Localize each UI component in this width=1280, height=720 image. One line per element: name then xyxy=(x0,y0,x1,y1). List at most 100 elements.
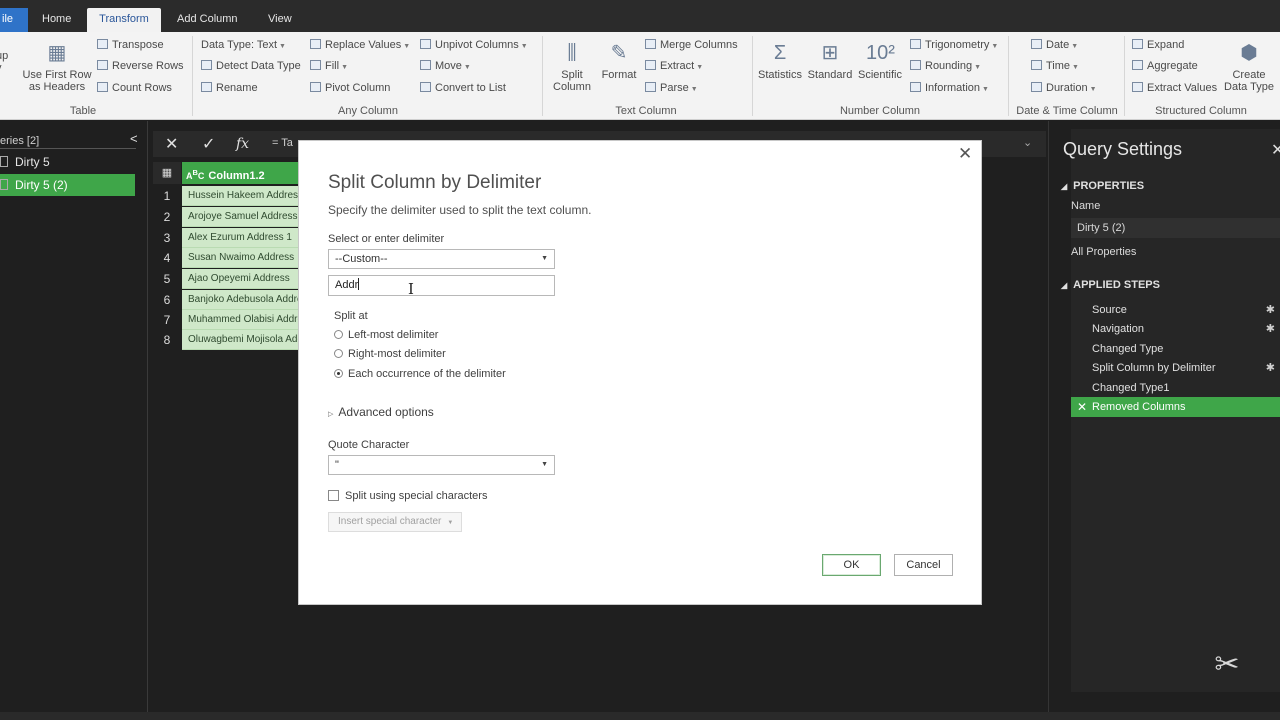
information-button[interactable]: Information ▼ xyxy=(910,82,989,94)
step-split-column[interactable]: Split Column by Delimiter ✱ xyxy=(1071,358,1280,378)
count-rows-button[interactable]: Count Rows xyxy=(97,82,172,94)
formula-text[interactable]: = Ta xyxy=(272,137,293,149)
data-type-dropdown[interactable]: Data Type: Text ▼ xyxy=(201,39,286,51)
replace-values-button[interactable]: Replace Values ▼ xyxy=(310,39,410,51)
time-button[interactable]: Time ▼ xyxy=(1031,60,1079,72)
insert-special-char-label: Insert special character xyxy=(338,516,442,527)
expand-button[interactable]: Expand xyxy=(1132,39,1184,51)
confirm-formula-icon[interactable]: ✓ xyxy=(202,134,215,154)
step-changed-type[interactable]: Changed Type xyxy=(1071,339,1280,359)
query-item-dirty-5[interactable]: Dirty 5 xyxy=(0,151,135,173)
close-icon[interactable]: ✕ xyxy=(958,144,972,164)
tab-transform[interactable]: Transform xyxy=(87,8,161,32)
query-item-dirty-5-2[interactable]: Dirty 5 (2) xyxy=(0,174,135,196)
insert-special-char-button[interactable]: Insert special character ▼ xyxy=(328,512,462,532)
radio-each-occurrence[interactable]: Each occurrence of the delimiter xyxy=(334,368,506,380)
radio-button[interactable] xyxy=(334,330,343,339)
merge-columns-button[interactable]: Merge Columns xyxy=(645,39,738,51)
transpose-button[interactable]: Transpose xyxy=(97,39,164,51)
column-header[interactable]: ABC Column1.2 xyxy=(182,162,303,184)
extract-values-button[interactable]: Extract Values xyxy=(1132,82,1217,94)
stopwatch-icon xyxy=(1031,82,1042,92)
use-first-row-button[interactable]: ▦ Use First Row as Headers xyxy=(20,40,94,93)
table-cell[interactable]: Susan Nwaimo Address xyxy=(182,248,303,268)
table-cell[interactable]: Banjoko Adebusola Address xyxy=(182,290,303,310)
ribbon-separator xyxy=(752,36,753,116)
group-by-button[interactable]: up y xyxy=(0,50,18,74)
reverse-rows-button[interactable]: Reverse Rows xyxy=(97,60,184,72)
gear-icon[interactable]: ✱ xyxy=(1266,319,1275,339)
table-cell[interactable]: Hussein Hakeem Address xyxy=(182,186,303,206)
cancel-button[interactable]: Cancel xyxy=(894,554,953,576)
radio-button[interactable] xyxy=(334,349,343,358)
step-navigation[interactable]: Navigation ✱ xyxy=(1071,319,1280,339)
table-cell[interactable]: Oluwagbemi Mojisola Address xyxy=(182,330,303,350)
gear-icon[interactable]: ✱ xyxy=(1266,358,1275,378)
date-button[interactable]: Date ▼ xyxy=(1031,39,1078,51)
collapse-triangle-icon: ◢ xyxy=(1061,281,1068,290)
radio-left-most[interactable]: Left-most delimiter xyxy=(334,329,438,341)
applied-steps-section[interactable]: ◢ APPLIED STEPS xyxy=(1061,279,1160,291)
custom-delimiter-input[interactable]: Addr xyxy=(328,275,555,296)
table-cell[interactable]: Ajao Opeyemi Address xyxy=(182,269,303,289)
statistics-button[interactable]: Σ Statistics xyxy=(756,40,804,81)
text-type-icon[interactable]: ABC xyxy=(186,168,204,181)
pivot-column-button[interactable]: Pivot Column xyxy=(310,82,390,94)
gear-icon[interactable]: ✱ xyxy=(1266,300,1275,320)
expand-formula-icon[interactable]: ⌄ xyxy=(1023,136,1032,149)
split-column-button[interactable]: ⫼ Split Column xyxy=(548,40,596,93)
collapse-triangle-icon: ◢ xyxy=(1061,182,1068,191)
convert-to-list-button[interactable]: Convert to List xyxy=(420,82,506,94)
sigma-icon: Σ xyxy=(773,42,787,64)
ok-button[interactable]: OK xyxy=(822,554,881,576)
tab-file[interactable]: ile xyxy=(0,8,28,32)
step-source[interactable]: Source ✱ xyxy=(1071,300,1280,320)
quote-char-select[interactable]: " ▼ xyxy=(328,455,555,475)
cube-icon: ⬢ xyxy=(1240,42,1258,64)
special-chars-checkbox[interactable]: Split using special characters xyxy=(328,490,487,502)
cancel-formula-icon[interactable]: ✕ xyxy=(165,134,178,154)
extract-button[interactable]: Extract ▼ xyxy=(645,60,703,72)
expand-triangle-icon: ▷ xyxy=(328,411,334,418)
detect-data-type-button[interactable]: Detect Data Type xyxy=(201,60,301,72)
parse-button[interactable]: Parse ▼ xyxy=(645,82,698,94)
table-menu-icon[interactable]: ▦ xyxy=(153,162,181,184)
step-label: Removed Columns xyxy=(1092,401,1186,413)
aggregate-button[interactable]: Aggregate xyxy=(1132,60,1198,72)
unpivot-columns-button[interactable]: Unpivot Columns ▼ xyxy=(420,39,528,51)
unpivot-columns-label: Unpivot Columns xyxy=(435,39,519,51)
duration-button[interactable]: Duration ▼ xyxy=(1031,82,1097,94)
create-data-type-button[interactable]: ⬢ Create Data Type xyxy=(1224,40,1274,93)
table-cell[interactable]: Muhammed Olabisi Address xyxy=(182,310,303,330)
duration-label: Duration xyxy=(1046,82,1088,94)
collapse-pane-icon[interactable]: < xyxy=(130,131,138,146)
delimiter-select[interactable]: --Custom-- ▼ xyxy=(328,249,555,269)
trigonometry-button[interactable]: Trigonometry ▼ xyxy=(910,39,998,51)
tab-add-column[interactable]: Add Column xyxy=(177,8,238,32)
format-button[interactable]: ✎ Format xyxy=(598,40,640,81)
move-button[interactable]: Move ▼ xyxy=(420,60,471,72)
all-properties-link[interactable]: All Properties xyxy=(1071,246,1136,258)
tab-view[interactable]: View xyxy=(268,8,292,32)
fx-icon[interactable]: fx xyxy=(236,136,249,152)
row-number: 2 xyxy=(163,210,171,224)
properties-section[interactable]: ◢ PROPERTIES xyxy=(1061,180,1144,192)
advanced-options-toggle[interactable]: ▷ Advanced options xyxy=(328,405,434,419)
step-changed-type1[interactable]: Changed Type1 xyxy=(1071,378,1280,398)
radio-button-checked[interactable] xyxy=(334,369,343,378)
radio-right-most[interactable]: Right-most delimiter xyxy=(334,348,446,360)
rounding-button[interactable]: Rounding ▼ xyxy=(910,60,981,72)
step-removed-columns[interactable]: ✕ Removed Columns xyxy=(1071,397,1280,417)
delete-step-icon[interactable]: ✕ xyxy=(1077,397,1087,417)
table-cell[interactable]: Arojoye Samuel Address xyxy=(182,207,303,227)
rename-button[interactable]: Rename xyxy=(201,82,258,94)
scientific-button[interactable]: 10² Scientific xyxy=(856,40,904,81)
close-icon[interactable]: ✕ xyxy=(1271,140,1280,160)
query-name-field[interactable]: Dirty 5 (2) xyxy=(1071,218,1280,238)
tab-home[interactable]: Home xyxy=(42,8,71,32)
fill-button[interactable]: Fill ▼ xyxy=(310,60,348,72)
table-row: 6 Banjoko Adebusola Address xyxy=(153,290,303,310)
table-cell[interactable]: Alex Ezurum Address 1 xyxy=(182,228,303,248)
standard-button[interactable]: ⊞ Standard xyxy=(806,40,854,81)
checkbox[interactable] xyxy=(328,490,339,501)
